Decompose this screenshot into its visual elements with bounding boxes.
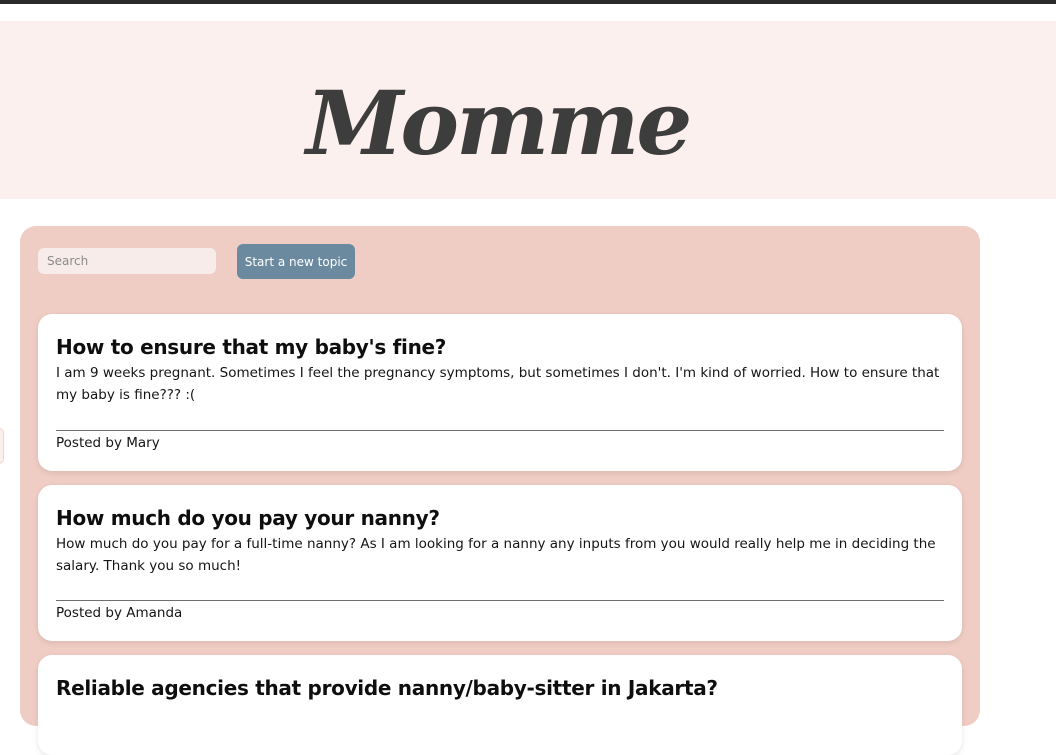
topic-author: Posted by Amanda	[56, 605, 183, 621]
search-input[interactable]: Search	[38, 248, 216, 274]
topic-body: I am 9 weeks pregnant. Sometimes I feel …	[56, 365, 940, 403]
forum-panel: Search Start a new topic How to ensure t…	[20, 226, 980, 755]
topic-divider	[56, 430, 944, 431]
topic-title[interactable]: How much do you pay your nanny?	[56, 505, 944, 531]
topic-card[interactable]: How much do you pay your nanny? How much…	[38, 485, 962, 641]
topic-title[interactable]: How to ensure that my baby's fine?	[56, 334, 944, 360]
side-tab-handle[interactable]	[0, 428, 4, 464]
momme-logo[interactable]: Momme	[306, 73, 692, 173]
topic-divider	[56, 600, 944, 601]
window-top-border	[0, 0, 1056, 4]
topic-card[interactable]: How to ensure that my baby's fine? I am …	[38, 314, 962, 471]
topic-author: Posted by Mary	[56, 435, 160, 451]
start-new-topic-button[interactable]: Start a new topic	[237, 244, 355, 279]
topic-title[interactable]: Reliable agencies that provide nanny/bab…	[56, 675, 944, 701]
site-header: Momme	[0, 21, 1056, 199]
topic-body: How much do you pay for a full-time nann…	[56, 536, 936, 574]
topic-card[interactable]: Reliable agencies that provide nanny/bab…	[38, 655, 962, 755]
